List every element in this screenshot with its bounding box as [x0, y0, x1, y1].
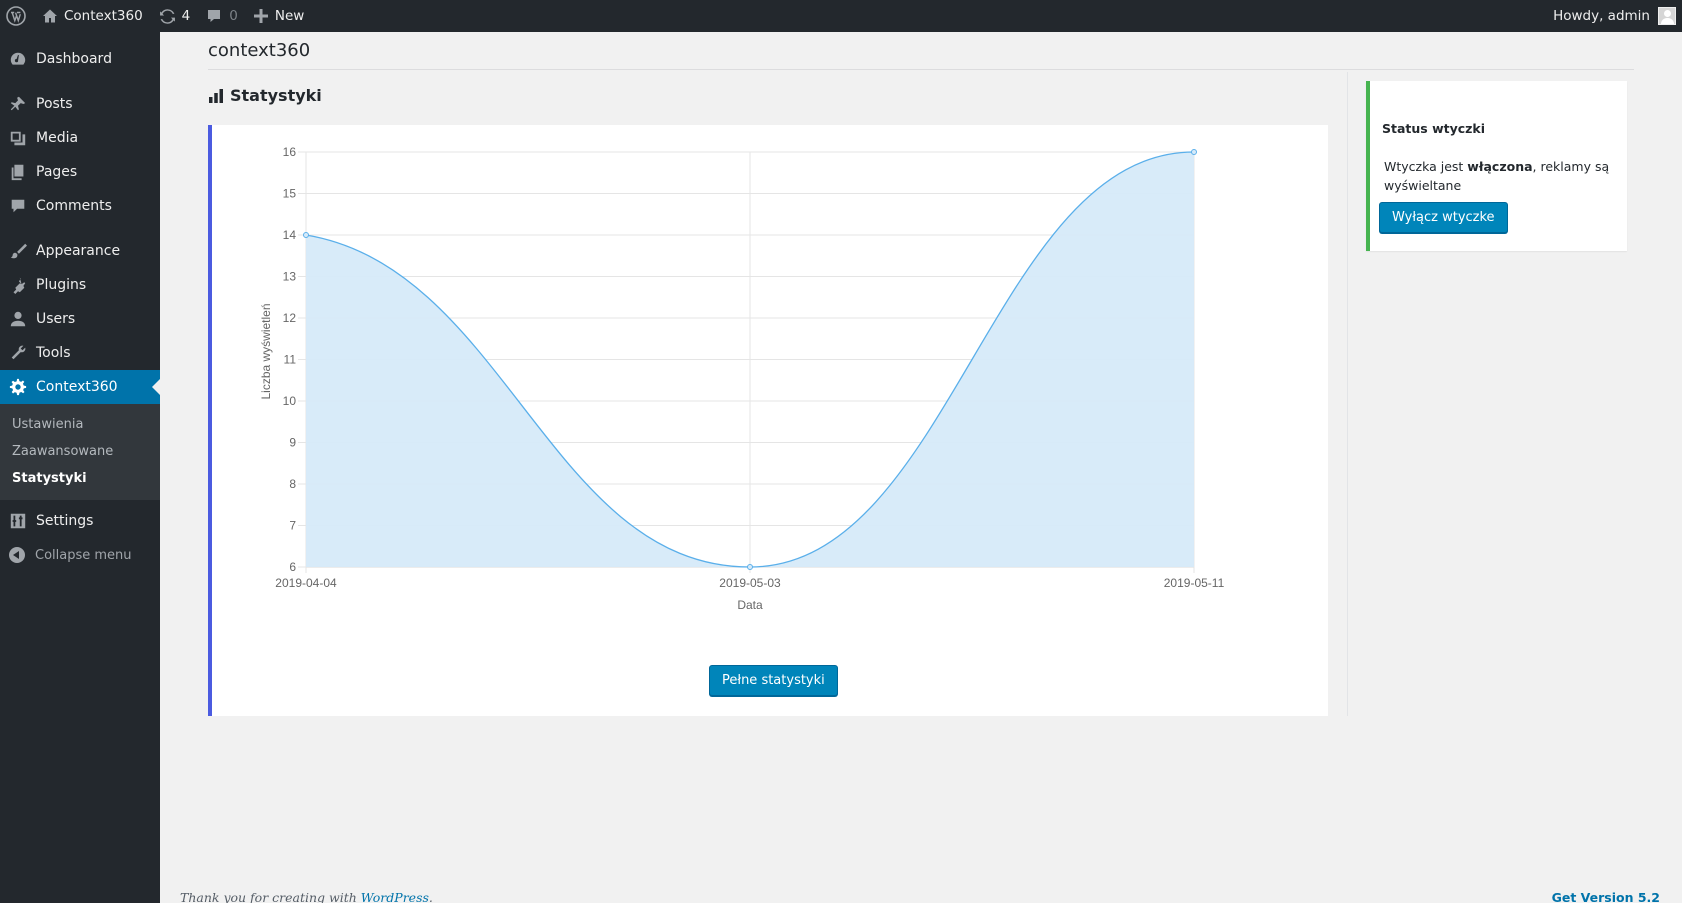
collapse-arrow-icon	[9, 547, 25, 563]
sidebar-item-dashboard[interactable]: Dashboard	[0, 42, 160, 76]
home-icon	[43, 9, 57, 23]
media-icon	[10, 131, 26, 146]
x-axis-label: Data	[737, 598, 763, 612]
y-axis-label: Liczba wyświetleń	[259, 303, 273, 399]
get-version-link[interactable]: Get Version 5.2	[1552, 890, 1660, 903]
y-tick-label: 7	[289, 519, 296, 533]
page-title: context360	[208, 40, 311, 61]
wordpress-link[interactable]: WordPress	[361, 890, 429, 903]
full-stats-button[interactable]: Pełne statystyki	[709, 665, 838, 696]
collapse-menu-label: Collapse menu	[35, 547, 132, 563]
plus-icon	[253, 9, 268, 23]
refresh-icon	[159, 8, 175, 24]
stats-chart-card: 6 7 8 9 10 11 12 13 14 15 16 2019-04-04 2019-05-03 2…	[208, 125, 1328, 716]
sidebar-item-tools[interactable]: Tools	[0, 336, 160, 370]
views-chart: 6 7 8 9 10 11 12 13 14 15 16 2019-04-04 2019-05-03 2…	[259, 145, 1225, 612]
comment-icon	[11, 199, 25, 213]
sidebar-item-comments[interactable]: Comments	[0, 189, 160, 223]
status-text-before: Wtyczka jest	[1384, 159, 1468, 174]
howdy-text: Howdy, admin	[1553, 8, 1650, 24]
section-title: Statystyki	[230, 86, 322, 105]
x-tick-label: 2019-05-11	[1164, 576, 1225, 590]
admin-bar: Context360 4 0 New Howdy, admin	[0, 0, 1682, 32]
y-tick-label: 9	[289, 436, 296, 450]
sidebar-item-label: Tools	[36, 345, 71, 361]
user-icon	[10, 311, 26, 327]
footer-thanks: Thank you for creating with WordPress.	[180, 890, 433, 903]
new-label: New	[274, 8, 305, 24]
x-tick-label: 2019-04-04	[275, 576, 337, 590]
comments-count: 0	[229, 8, 238, 24]
sidebar-item-plugins[interactable]: Plugins	[0, 268, 160, 302]
comments-link[interactable]: 0	[198, 0, 246, 32]
pushpin-icon	[10, 96, 26, 111]
submenu-item-zaawansowane[interactable]: Zaawansowane	[0, 438, 160, 465]
column-divider	[1347, 72, 1348, 716]
sidebar-item-label: Pages	[36, 164, 78, 180]
sidebar-item-settings[interactable]: Settings	[0, 504, 160, 538]
sidebar-item-label: Settings	[36, 513, 94, 529]
y-tick-label: 14	[283, 228, 297, 242]
y-tick-label: 10	[283, 394, 297, 408]
disable-plugin-button[interactable]: Wyłącz wtyczke	[1379, 202, 1508, 233]
x-tick-label: 2019-05-03	[719, 576, 781, 590]
updates-count: 4	[181, 8, 191, 24]
avatar	[1658, 7, 1676, 25]
sidebar-item-label: Appearance	[36, 243, 121, 259]
dashboard-icon	[10, 52, 26, 65]
sidebar-item-label: Context360	[36, 379, 118, 395]
status-text-bold: włączona	[1467, 159, 1533, 174]
gear-icon	[9, 378, 27, 396]
sidebar-item-media[interactable]: Media	[0, 121, 160, 155]
sidebar-item-label: Media	[36, 130, 79, 146]
updates-link[interactable]: 4	[151, 0, 199, 32]
site-name-link[interactable]: Context360	[34, 0, 151, 32]
comment-bubble-icon	[208, 10, 221, 22]
sidebar-item-pages[interactable]: Pages	[0, 155, 160, 189]
settings-icon	[10, 513, 26, 529]
new-content-link[interactable]: New	[246, 0, 312, 32]
wordpress-logo-button[interactable]	[0, 0, 34, 32]
sidebar-item-label: Comments	[36, 198, 112, 214]
y-tick-label: 13	[283, 270, 297, 284]
pages-icon	[11, 164, 24, 181]
sidebar-item-users[interactable]: Users	[0, 302, 160, 336]
sidebar-item-label: Users	[36, 311, 76, 327]
submenu-item-ustawienia[interactable]: Ustawienia	[0, 411, 160, 438]
sidebar-item-context360[interactable]: Context360	[0, 370, 160, 404]
chart-data-point	[747, 564, 753, 570]
y-tick-label: 11	[284, 353, 297, 367]
status-text: Wtyczka jest włączona, reklamy są wyświe…	[1384, 157, 1620, 195]
y-tick-label: 12	[283, 311, 297, 325]
title-divider	[208, 69, 1634, 70]
context360-submenu: Ustawienia Zaawansowane Statystyki	[0, 404, 160, 500]
sidebar-item-label: Posts	[36, 96, 73, 112]
admin-sidebar: Dashboard Posts Media Pages Comments App…	[0, 32, 160, 903]
y-tick-label: 6	[289, 560, 296, 574]
chart-data-point	[1191, 149, 1197, 155]
wordpress-logo-icon	[6, 6, 26, 26]
sidebar-item-label: Plugins	[36, 277, 87, 293]
y-tick-label: 8	[289, 477, 296, 491]
sidebar-item-label: Dashboard	[36, 51, 112, 67]
footer-thanks-prefix: Thank you for creating with	[180, 890, 361, 903]
sidebar-item-posts[interactable]: Posts	[0, 87, 160, 121]
my-account-link[interactable]: Howdy, admin	[1553, 7, 1682, 25]
footer-thanks-suffix: .	[428, 890, 433, 903]
site-name: Context360	[64, 8, 143, 24]
plug-icon	[13, 277, 26, 294]
section-heading: Statystyki	[208, 86, 322, 105]
status-title: Status wtyczki	[1382, 121, 1486, 136]
sidebar-item-appearance[interactable]: Appearance	[0, 234, 160, 268]
y-tick-label: 15	[283, 187, 297, 201]
y-tick-label: 16	[283, 145, 297, 159]
wrench-icon	[11, 345, 26, 360]
collapse-menu-button[interactable]: Collapse menu	[0, 538, 160, 572]
chart-data-point	[303, 232, 309, 238]
bar-chart-icon	[209, 88, 223, 103]
submenu-item-statystyki[interactable]: Statystyki	[0, 465, 160, 492]
brush-icon	[10, 243, 27, 259]
